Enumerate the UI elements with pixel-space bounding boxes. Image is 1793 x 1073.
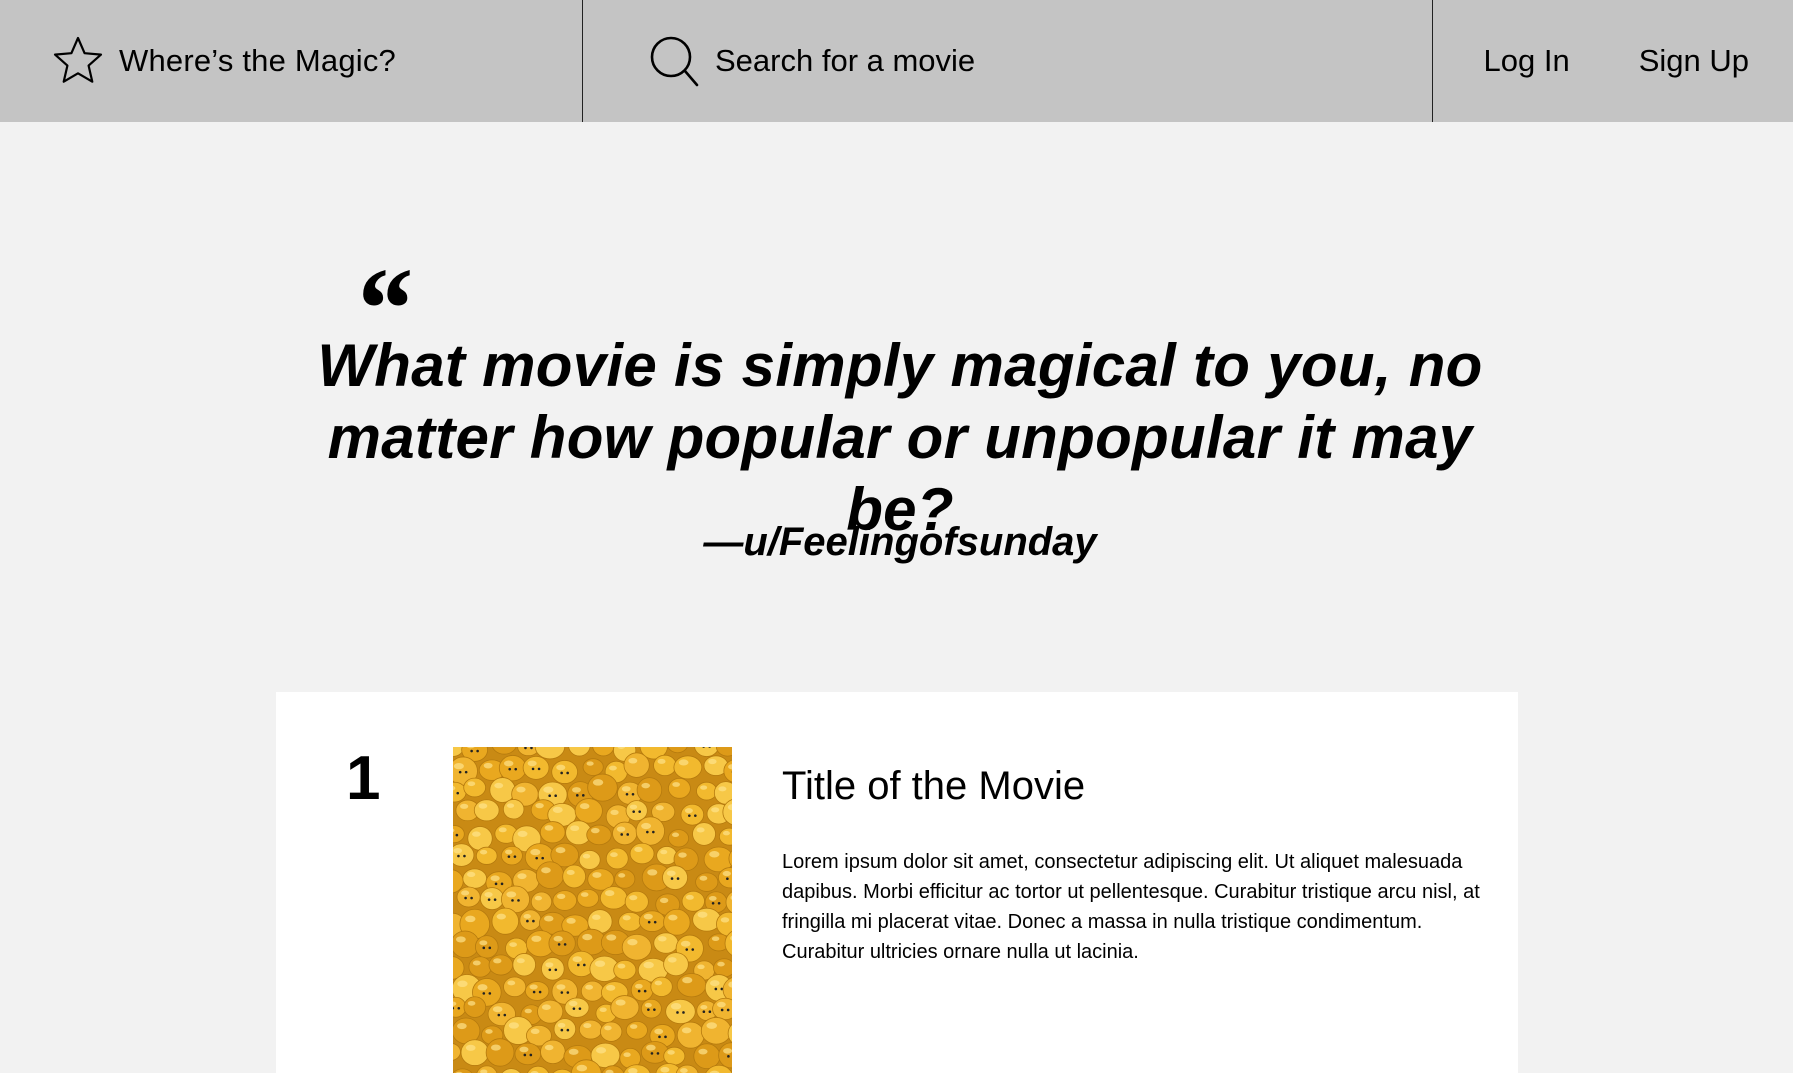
auth-links: Log In Sign Up — [1433, 0, 1793, 122]
login-link[interactable]: Log In — [1484, 43, 1570, 79]
movie-rank: 1 — [346, 744, 381, 813]
search-bar[interactable] — [583, 0, 1433, 122]
star-outline-icon — [53, 36, 103, 83]
search-input[interactable] — [715, 43, 1355, 79]
movie-poster[interactable] — [453, 747, 732, 1073]
brand-name: Where’s the Magic? — [119, 43, 396, 78]
signup-link[interactable]: Sign Up — [1639, 43, 1749, 79]
top-navbar: Where’s the Magic? Log In Sign Up — [0, 0, 1793, 122]
movie-card[interactable]: 1 Title of the Movie Lorem ipsum dolor s… — [276, 692, 1518, 1073]
movie-description: Lorem ipsum dolor sit amet, consectetur … — [782, 851, 1480, 963]
movie-title[interactable]: Title of the Movie — [782, 762, 1085, 810]
quote-author: —u/Feelingofsunday — [703, 520, 1097, 564]
search-icon — [650, 36, 699, 87]
brand-link[interactable]: Where’s the Magic? — [0, 0, 583, 122]
poster-image — [453, 747, 732, 1073]
